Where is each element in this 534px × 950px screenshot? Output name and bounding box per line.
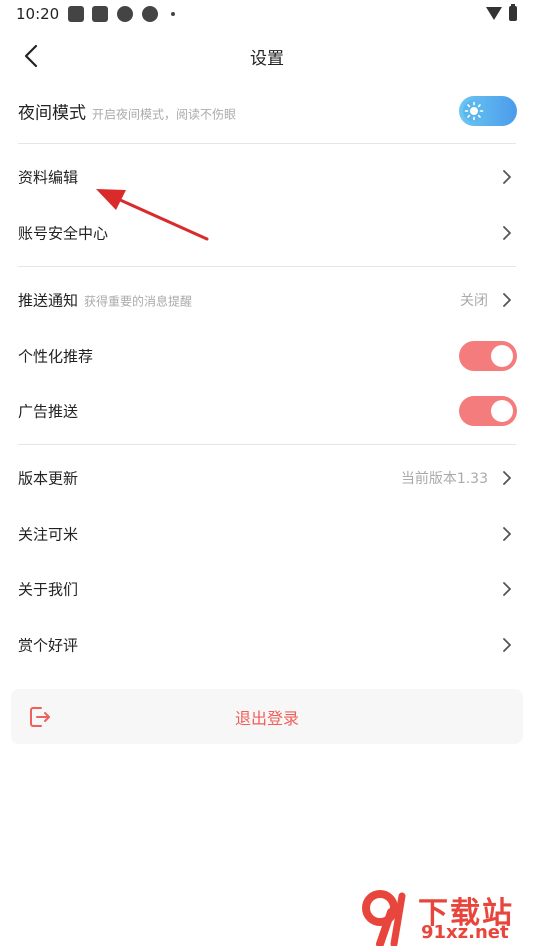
watermark-url: 91xz.net xyxy=(421,922,509,943)
logout-label: 退出登录 xyxy=(234,708,299,728)
page-title: 设置 xyxy=(250,49,284,69)
version-label: 版本更新 xyxy=(18,469,79,488)
ad-push-label: 广告推送 xyxy=(18,402,79,421)
profile-edit-label: 资料编辑 xyxy=(18,168,79,187)
watermark-logo-icon xyxy=(362,890,406,946)
about-label: 关于我们 xyxy=(18,580,79,599)
version-value: 当前版本1.33 xyxy=(400,471,488,487)
version-row[interactable]: 版本更新 当前版本1.33 xyxy=(0,450,534,506)
chevron-right-icon xyxy=(503,527,511,541)
chevron-right-icon xyxy=(503,471,511,485)
toggle-knob xyxy=(491,400,513,422)
logout-button[interactable]: 退出登录 xyxy=(11,689,523,744)
ad-push-row: 广告推送 xyxy=(0,383,534,439)
account-security-row[interactable]: 账号安全中心 xyxy=(0,205,534,261)
status-time: 10:20 xyxy=(16,5,60,23)
account-security-label: 账号安全中心 xyxy=(18,224,109,243)
personalized-row: 个性化推荐 xyxy=(0,328,534,384)
app-notification-icon xyxy=(142,6,158,22)
sun-icon xyxy=(464,101,484,121)
watermark: 下载站 91xz.net xyxy=(358,888,528,948)
section-divider xyxy=(18,143,516,144)
follow-label: 关注可米 xyxy=(18,525,79,544)
wifi-icon xyxy=(486,7,502,20)
about-row[interactable]: 关于我们 xyxy=(0,561,534,617)
notification-icon xyxy=(68,6,84,22)
toggle-knob xyxy=(491,345,513,367)
profile-edit-row[interactable]: 资料编辑 xyxy=(0,149,534,205)
rate-label: 赏个好评 xyxy=(18,636,79,655)
status-bar: 10:20 xyxy=(0,0,534,30)
notification-icon xyxy=(92,6,108,22)
night-mode-row: 夜间模式 开启夜间模式，阅读不伤眼 xyxy=(0,83,534,139)
toggle-knob xyxy=(463,100,485,122)
push-notify-status: 关闭 xyxy=(460,293,488,309)
personalized-label: 个性化推荐 xyxy=(18,347,94,366)
battery-icon xyxy=(509,4,517,21)
chevron-right-icon xyxy=(503,582,511,596)
push-notify-hint: 获得重要的消息提醒 xyxy=(84,294,193,309)
ad-push-toggle[interactable] xyxy=(459,396,517,426)
section-divider xyxy=(18,444,516,445)
personalized-toggle[interactable] xyxy=(459,341,517,371)
app-notification-icon xyxy=(117,6,133,22)
push-notify-row[interactable]: 推送通知 获得重要的消息提醒 关闭 xyxy=(0,272,534,328)
page-header: 设置 xyxy=(0,36,534,76)
follow-row[interactable]: 关注可米 xyxy=(0,506,534,562)
rate-row[interactable]: 赏个好评 xyxy=(0,617,534,673)
section-divider xyxy=(18,266,516,267)
night-mode-label: 夜间模式 开启夜间模式，阅读不伤眼 xyxy=(18,103,237,124)
push-notify-label: 推送通知 获得重要的消息提醒 xyxy=(18,291,193,310)
more-notifications-icon xyxy=(171,12,175,16)
night-mode-toggle[interactable] xyxy=(459,96,517,126)
chevron-right-icon xyxy=(503,293,511,307)
chevron-right-icon xyxy=(503,170,511,184)
chevron-right-icon xyxy=(503,226,511,240)
night-mode-hint: 开启夜间模式，阅读不伤眼 xyxy=(92,107,237,122)
chevron-right-icon xyxy=(503,638,511,652)
